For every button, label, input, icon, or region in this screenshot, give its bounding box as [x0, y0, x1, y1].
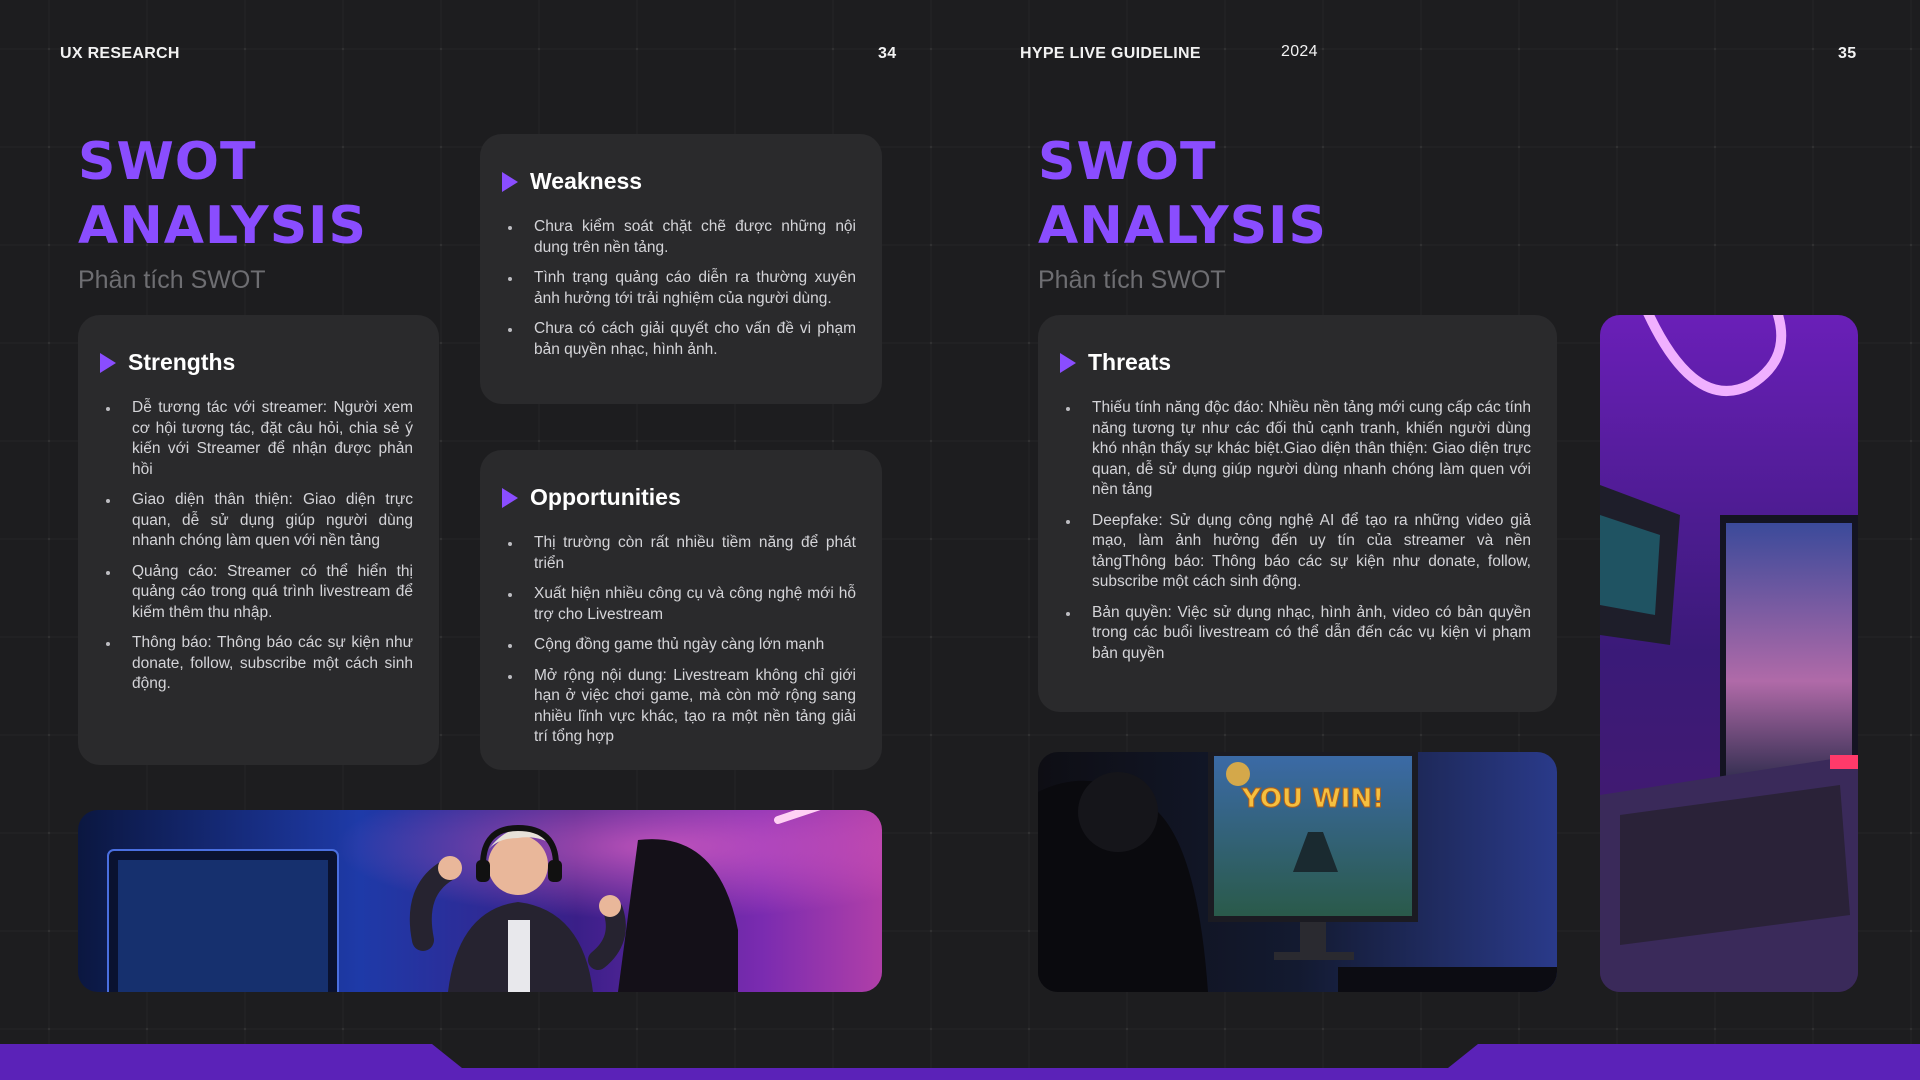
- left-page-number: 34: [878, 45, 897, 62]
- list-item: Bản quyền: Việc sử dụng nhạc, hình ảnh, …: [1066, 603, 1531, 665]
- opportunities-card: Opportunities Thị trường còn rất nhiều t…: [480, 450, 882, 770]
- footer-band: [0, 1044, 1920, 1080]
- strengths-card: Strengths Dễ tương tác với streamer: Ngư…: [78, 315, 439, 765]
- strengths-header: Strengths: [100, 349, 413, 376]
- list-item: Thiếu tính năng độc đáo: Nhiều nền tảng …: [1066, 398, 1531, 501]
- screen-you-win-text: YOU WIN!: [1241, 784, 1384, 814]
- left-title: SWOT ANALYSIS: [78, 130, 398, 258]
- threats-list: Thiếu tính năng độc đáo: Nhiều nền tảng …: [1060, 398, 1531, 664]
- right-title-line1: SWOT: [1038, 132, 1217, 192]
- right-title-block: SWOT ANALYSIS Phân tích SWOT: [1038, 130, 1358, 295]
- gamer-photo-illustration: [78, 810, 882, 992]
- list-item: Dễ tương tác với streamer: Người xem cơ …: [106, 398, 413, 480]
- neon-setup-illustration: [1600, 315, 1858, 992]
- right-page-number: 35: [1838, 45, 1857, 62]
- left-title-line2: ANALYSIS: [78, 196, 367, 256]
- play-triangle-icon: [502, 487, 518, 508]
- left-header-label: UX RESEARCH: [60, 45, 180, 62]
- list-item: Thị trường còn rất nhiều tiềm năng để ph…: [508, 533, 856, 574]
- play-triangle-icon: [1060, 352, 1076, 373]
- list-item: Giao diện thân thiện: Giao diện trực qua…: [106, 490, 413, 552]
- neon-gaming-setup-photo: [1600, 315, 1858, 992]
- list-item: Chưa có cách giải quyết cho vấn đề vi ph…: [508, 319, 856, 360]
- play-triangle-icon: [502, 171, 518, 192]
- threats-title: Threats: [1088, 349, 1172, 375]
- left-title-block: SWOT ANALYSIS Phân tích SWOT: [78, 130, 398, 295]
- right-title-line2: ANALYSIS: [1038, 196, 1327, 256]
- left-subtitle: Phân tích SWOT: [78, 266, 266, 294]
- strengths-title: Strengths: [128, 349, 236, 375]
- right-subtitle: Phân tích SWOT: [1038, 266, 1226, 294]
- right-header-label: HYPE LIVE GUIDELINE: [1020, 45, 1201, 62]
- weakness-header: Weakness: [502, 168, 856, 195]
- opportunities-list: Thị trường còn rất nhiều tiềm năng để ph…: [502, 533, 856, 748]
- you-win-monitor-photo: YOU WIN!: [1038, 752, 1557, 992]
- list-item: Thông báo: Thông báo các sự kiện như don…: [106, 633, 413, 695]
- weakness-title: Weakness: [530, 168, 643, 194]
- list-item: Xuất hiện nhiều công cụ và công nghệ mới…: [508, 584, 856, 625]
- play-triangle-icon: [100, 352, 116, 373]
- strengths-list: Dễ tương tác với streamer: Người xem cơ …: [100, 398, 413, 695]
- list-item: Chưa kiểm soát chặt chẽ được những nội d…: [508, 217, 856, 258]
- list-item: Tình trạng quảng cáo diễn ra thường xuyê…: [508, 268, 856, 309]
- threats-header: Threats: [1060, 349, 1531, 376]
- weakness-card: Weakness Chưa kiểm soát chặt chẽ được nh…: [480, 134, 882, 404]
- left-title-line1: SWOT: [78, 132, 257, 192]
- spread: UX RESEARCH 34 HYPE LIVE GUIDELINE 2024 …: [0, 0, 1920, 1080]
- list-item: Quảng cáo: Streamer có thể hiển thị quản…: [106, 562, 413, 624]
- opportunities-header: Opportunities: [502, 484, 856, 511]
- threats-card: Threats Thiếu tính năng độc đáo: Nhiều n…: [1038, 315, 1557, 712]
- list-item: Deepfake: Sử dụng công nghệ AI để tạo ra…: [1066, 511, 1531, 593]
- you-win-illustration: YOU WIN!: [1038, 752, 1557, 992]
- opportunities-title: Opportunities: [530, 484, 681, 510]
- header-year: 2024: [1281, 43, 1318, 60]
- right-title: SWOT ANALYSIS: [1038, 130, 1358, 258]
- gamer-celebrating-photo: [78, 810, 882, 992]
- list-item: Mở rộng nội dung: Livestream không chỉ g…: [508, 666, 856, 748]
- weakness-list: Chưa kiểm soát chặt chẽ được những nội d…: [502, 217, 856, 360]
- list-item: Cộng đồng game thủ ngày càng lớn mạnh: [508, 635, 856, 656]
